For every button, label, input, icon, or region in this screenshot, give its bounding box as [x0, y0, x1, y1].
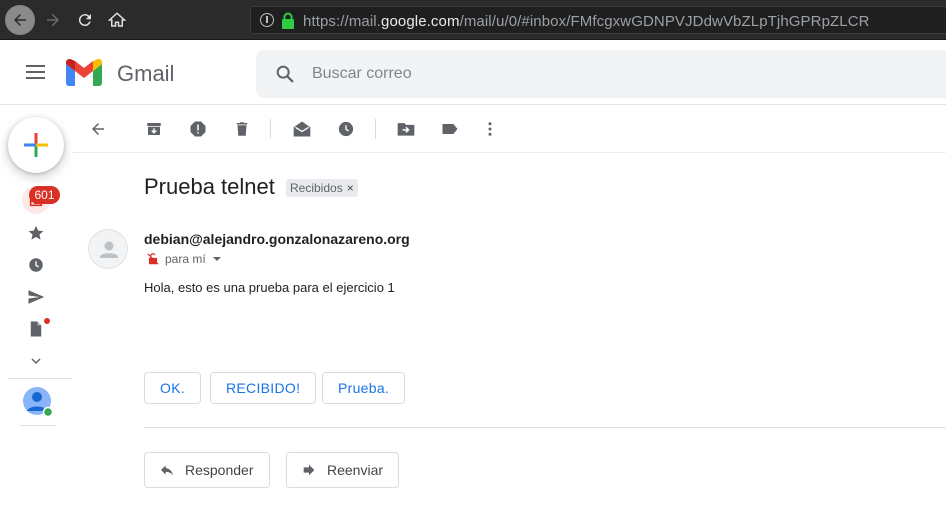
message-subject: Prueba telnet	[144, 174, 275, 199]
smart-reply-button[interactable]: Prueba.	[322, 372, 406, 404]
inbox-unread-badge: 601	[29, 186, 60, 204]
drafts-dot-indicator	[43, 317, 51, 325]
more-vert-icon	[488, 122, 492, 136]
recipient-details[interactable]: para mí	[146, 252, 221, 266]
archive-icon	[147, 123, 161, 135]
mark-unread-icon	[293, 121, 311, 137]
forward-icon	[303, 464, 315, 476]
show-details-caret-icon[interactable]	[212, 257, 221, 261]
search-box[interactable]	[256, 50, 946, 98]
sidebar-item-sent[interactable]	[22, 283, 50, 311]
hangouts-avatar[interactable]	[22, 386, 54, 418]
forward-label: Reenviar	[327, 462, 384, 478]
move-to-icon	[397, 123, 415, 136]
mark-unread-button[interactable]	[290, 117, 314, 141]
labels-button[interactable]	[438, 117, 462, 141]
draft-icon	[30, 321, 42, 337]
url-text: https://mail.google.com/mail/u/0/#inbox/…	[303, 13, 870, 30]
sender-avatar[interactable]	[88, 229, 128, 269]
gmail-brand: Gmail	[117, 61, 175, 86]
compose-button[interactable]	[8, 117, 64, 173]
label-chip-text: Recibidos	[290, 181, 343, 195]
default-person-icon	[100, 241, 118, 258]
label-icon	[442, 124, 458, 134]
toolbar-separator	[375, 119, 376, 139]
sidebar-item-starred[interactable]	[22, 219, 50, 247]
forward-button[interactable]: Reenviar	[286, 452, 400, 488]
forward-arrow-icon[interactable]	[38, 5, 68, 35]
delete-button[interactable]	[230, 117, 254, 141]
clock-icon	[29, 258, 43, 272]
main-menu-icon[interactable]	[26, 65, 45, 79]
recipient-text: para mí	[165, 252, 206, 266]
lock-icon[interactable]	[281, 12, 295, 34]
reply-icon	[161, 465, 173, 476]
sidebar-item-snoozed[interactable]	[22, 251, 50, 279]
trash-icon	[236, 122, 248, 136]
move-to-button[interactable]	[394, 117, 418, 141]
home-icon[interactable]	[102, 5, 132, 35]
remove-label-icon[interactable]: ×	[347, 181, 354, 195]
clock-icon	[338, 121, 354, 137]
sender-address: debian@alejandro.gonzalonazareno.org	[144, 231, 410, 247]
message-body: Hola, esto es una prueba para el ejercic…	[144, 280, 395, 295]
spam-icon	[190, 121, 206, 137]
smart-reply-button[interactable]: RECIBIDO!	[210, 372, 317, 404]
smart-reply-button[interactable]: OK.	[144, 372, 202, 404]
snooze-button[interactable]	[334, 117, 358, 141]
browser-toolbar: https://mail.google.com/mail/u/0/#inbox/…	[0, 0, 946, 40]
toolbar-separator	[270, 119, 271, 139]
plus-icon	[24, 133, 48, 157]
info-icon[interactable]	[260, 13, 274, 27]
send-icon	[28, 290, 45, 304]
gmail-header: Gmail	[0, 41, 946, 105]
reload-icon[interactable]	[70, 5, 100, 35]
gmail-logo-icon[interactable]	[66, 58, 102, 91]
message-toolbar	[72, 105, 946, 153]
reply-button[interactable]: Responder	[144, 452, 270, 488]
search-input[interactable]	[312, 50, 912, 98]
rail-divider	[8, 378, 72, 379]
reply-label: Responder	[185, 462, 254, 478]
search-icon[interactable]	[274, 63, 296, 90]
star-icon	[28, 225, 44, 240]
back-arrow-icon[interactable]	[5, 5, 35, 35]
back-arrow-icon	[92, 123, 104, 135]
report-spam-button[interactable]	[186, 117, 210, 141]
archive-button[interactable]	[142, 117, 166, 141]
address-bar[interactable]: https://mail.google.com/mail/u/0/#inbox/…	[250, 6, 946, 34]
more-options-button[interactable]	[478, 117, 502, 141]
inbox-label-chip[interactable]: Recibidos ×	[286, 179, 358, 197]
rail-divider-bottom	[20, 425, 56, 426]
message-divider	[144, 427, 946, 428]
back-to-inbox-button[interactable]	[86, 117, 110, 141]
user-avatar-icon	[23, 387, 54, 418]
sidebar-item-more[interactable]	[22, 347, 50, 375]
chevron-down-icon	[31, 358, 41, 365]
no-encryption-icon	[147, 253, 159, 265]
